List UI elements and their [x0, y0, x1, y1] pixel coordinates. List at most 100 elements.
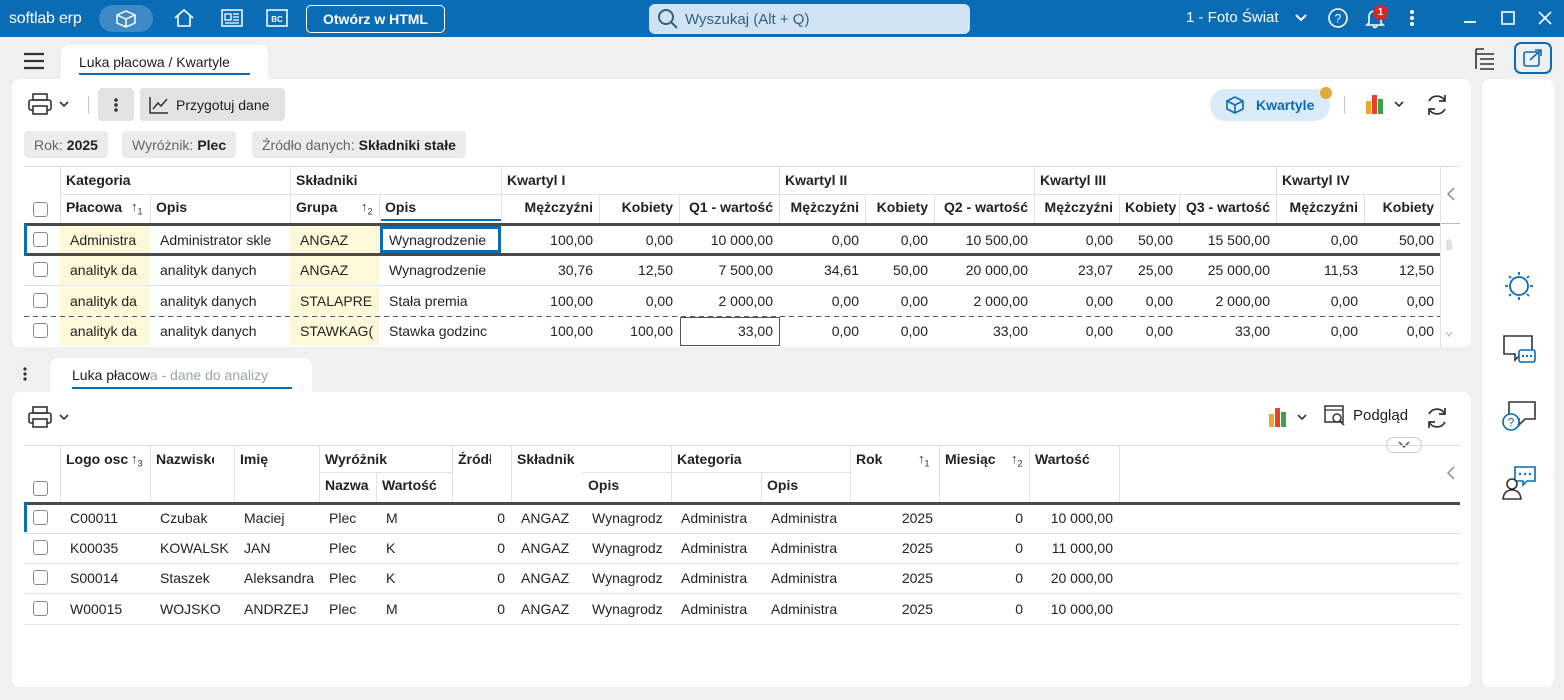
cell[interactable]: Plec: [319, 534, 376, 562]
cell[interactable]: 0,00: [1034, 226, 1119, 254]
cell[interactable]: 34,61: [779, 256, 865, 284]
cell[interactable]: 12,50: [599, 256, 679, 284]
chat-icon[interactable]: [1501, 332, 1537, 371]
cell[interactable]: Administra: [60, 226, 150, 254]
help-chat-icon[interactable]: ?: [1501, 399, 1537, 438]
cell[interactable]: 0,00: [1034, 317, 1119, 345]
filter-chip-rok[interactable]: Rok: 2025: [24, 131, 108, 158]
cell[interactable]: 2025: [850, 534, 939, 562]
column-header[interactable]: Mężczyźni: [1276, 199, 1364, 215]
cell[interactable]: Aleksandra: [234, 564, 319, 592]
cell[interactable]: 11 000,00: [1029, 534, 1119, 562]
preview-button[interactable]: Podgląd: [1323, 404, 1408, 426]
column-header[interactable]: Miesiąc: [939, 451, 1009, 467]
prepare-data-button[interactable]: Przygotuj dane: [140, 88, 285, 121]
minimize-icon[interactable]: [1459, 7, 1481, 29]
cell[interactable]: 100,00: [501, 287, 599, 315]
home-icon[interactable]: [173, 7, 195, 29]
column-header[interactable]: Logo osc: [60, 451, 129, 467]
column-header[interactable]: Mężczyźni: [779, 199, 865, 215]
tab-dane-do-analizy[interactable]: Luka płacowa - dane do analizy: [50, 358, 312, 393]
cell[interactable]: 0,00: [865, 226, 934, 254]
subcolumn-header[interactable]: Nazwa: [319, 477, 376, 493]
cell[interactable]: 2 000,00: [679, 287, 779, 315]
column-header[interactable]: Kategoria: [671, 451, 830, 467]
collapse-icon[interactable]: [1446, 465, 1456, 484]
row-checkbox[interactable]: [33, 232, 48, 247]
cell[interactable]: K: [376, 564, 452, 592]
cell[interactable]: Administra: [671, 534, 761, 562]
company-selector[interactable]: 1 - Foto Świat: [1186, 9, 1307, 26]
cell[interactable]: 0: [939, 534, 1029, 562]
cell[interactable]: 0,00: [865, 287, 934, 315]
column-header[interactable]: Wyróżnik: [319, 451, 432, 467]
cell[interactable]: 12,50: [1364, 256, 1440, 284]
row-checkbox[interactable]: [33, 601, 48, 616]
chart-type-button[interactable]: [1267, 406, 1307, 428]
close-icon[interactable]: [1534, 7, 1556, 29]
cell[interactable]: 15 500,00: [1179, 226, 1276, 254]
cell[interactable]: WOJSKO: [150, 595, 234, 623]
subcolumn-header[interactable]: Opis: [761, 477, 850, 493]
row-checkbox[interactable]: [33, 293, 48, 308]
cell[interactable]: 2025: [850, 504, 939, 532]
cell[interactable]: 0,00: [1276, 287, 1364, 315]
cell[interactable]: 0,00: [1034, 287, 1119, 315]
cell[interactable]: 0,00: [1276, 226, 1364, 254]
support-chat-icon[interactable]: [1501, 465, 1537, 504]
cell[interactable]: analityk danych: [150, 317, 290, 345]
cell[interactable]: 0: [939, 595, 1029, 623]
cell[interactable]: 25,00: [1119, 256, 1179, 284]
cell[interactable]: Wynagrodz: [582, 534, 671, 562]
subcolumn-header[interactable]: Opis: [582, 477, 671, 493]
column-header[interactable]: Kobiety: [599, 199, 679, 215]
cell[interactable]: M: [376, 595, 452, 623]
print-button[interactable]: [27, 405, 69, 429]
cell[interactable]: ANGAZ: [511, 564, 582, 592]
row-checkbox[interactable]: [33, 510, 48, 525]
cell[interactable]: 100,00: [599, 317, 679, 345]
cell[interactable]: C00011: [60, 504, 150, 532]
column-header[interactable]: Składnik: [511, 451, 651, 467]
cell[interactable]: 0,00: [599, 226, 679, 254]
cell[interactable]: 0,00: [599, 287, 679, 315]
cell[interactable]: 0,00: [779, 287, 865, 315]
column-header[interactable]: Imię: [234, 451, 299, 467]
scrollbar[interactable]: [1444, 228, 1454, 346]
collapse-icon[interactable]: [1446, 186, 1456, 205]
cell[interactable]: 10 500,00: [934, 226, 1034, 254]
cell[interactable]: 50,00: [1364, 226, 1440, 254]
cell[interactable]: 10 000,00: [679, 226, 779, 254]
tree-view-icon[interactable]: [1474, 45, 1496, 74]
share-button[interactable]: [1514, 42, 1552, 74]
cell[interactable]: ANGAZ: [290, 226, 379, 254]
cell[interactable]: 2 000,00: [1179, 287, 1276, 315]
row-checkbox[interactable]: [33, 323, 48, 338]
cell[interactable]: STAWKAG(: [290, 317, 379, 345]
cell[interactable]: 25 000,00: [1179, 256, 1276, 284]
cell[interactable]: ANGAZ: [511, 595, 582, 623]
cell[interactable]: Wynagrodz: [582, 504, 671, 532]
cell[interactable]: 0,00: [1119, 287, 1179, 315]
menu-icon[interactable]: [23, 52, 45, 73]
card-icon[interactable]: [221, 7, 243, 29]
subcolumn-header[interactable]: Wartość: [376, 477, 452, 493]
cell[interactable]: Administra: [761, 595, 850, 623]
cell[interactable]: K: [376, 534, 452, 562]
cell[interactable]: 50,00: [1119, 226, 1179, 254]
cell[interactable]: Wynagrodz: [582, 564, 671, 592]
cell[interactable]: 23,07: [1034, 256, 1119, 284]
cell[interactable]: Plec: [319, 504, 376, 532]
search-input[interactable]: Wyszukaj (Alt + Q): [649, 4, 970, 34]
column-header[interactable]: Wartość: [1029, 451, 1099, 467]
column-header[interactable]: Opis: [150, 199, 290, 215]
column-header[interactable]: Kobiety: [1119, 199, 1179, 215]
cell[interactable]: Administra: [761, 564, 850, 592]
cell[interactable]: analityk da: [60, 256, 150, 284]
cell[interactable]: 20 000,00: [1029, 564, 1119, 592]
cell[interactable]: Wynagrodzenie: [379, 256, 501, 284]
row-checkbox[interactable]: [33, 262, 48, 277]
lightbulb-icon[interactable]: [1503, 270, 1535, 305]
refresh-button[interactable]: [1424, 405, 1450, 431]
cell[interactable]: Stawka godzinc: [379, 317, 501, 345]
